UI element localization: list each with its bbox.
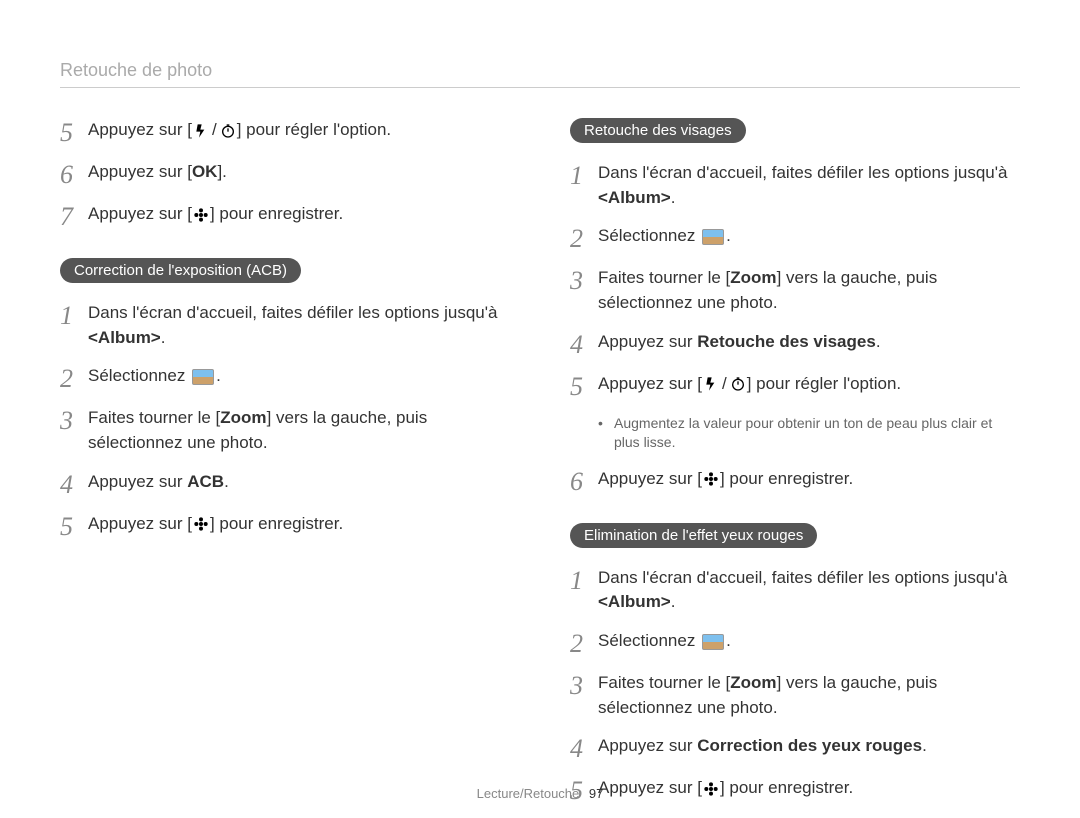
step-text: Appuyez sur [] pour enregistrer. — [598, 467, 1020, 492]
flower-icon — [193, 207, 209, 223]
right-column: Retouche des visages 1 Dans l'écran d'ac… — [570, 118, 1020, 818]
step-number: 5 — [60, 512, 88, 540]
step-text: Appuyez sur [] pour enregistrer. — [88, 512, 510, 537]
bullet-icon: • — [598, 414, 614, 453]
step-number: 2 — [570, 629, 598, 657]
album-label: <Album> — [598, 188, 671, 207]
step-text: Faites tourner le [Zoom] vers la gauche,… — [598, 671, 1020, 720]
page-title: Retouche de photo — [60, 60, 212, 80]
step-5: 5 Appuyez sur [/] pour régler l'option. — [570, 372, 1020, 400]
step-text: Faites tourner le [Zoom] vers la gauche,… — [598, 266, 1020, 315]
separator: / — [722, 374, 727, 393]
step-6: 6 Appuyez sur [] pour enregistrer. — [570, 467, 1020, 495]
left-column: 5 Appuyez sur [/] pour régler l'option. … — [60, 118, 510, 818]
section-pill-visages: Retouche des visages — [570, 118, 746, 143]
step-number: 2 — [570, 224, 598, 252]
step-number: 1 — [60, 301, 88, 329]
step-1: 1 Dans l'écran d'accueil, faites défiler… — [570, 566, 1020, 615]
step-text: Dans l'écran d'accueil, faites défiler l… — [598, 161, 1020, 210]
step-3: 3 Faites tourner le [Zoom] vers la gauch… — [570, 671, 1020, 720]
step-number: 1 — [570, 161, 598, 189]
step-text: Dans l'écran d'accueil, faites défiler l… — [598, 566, 1020, 615]
page-header: Retouche de photo — [60, 60, 1020, 88]
album-label: <Album> — [598, 592, 671, 611]
note-skin-tone: • Augmentez la valeur pour obtenir un to… — [598, 414, 1020, 453]
step-number: 4 — [60, 470, 88, 498]
step-4: 4 Appuyez sur Correction des yeux rouges… — [570, 734, 1020, 762]
step-text: Appuyez sur [] pour enregistrer. — [88, 202, 510, 227]
step-text: Dans l'écran d'accueil, faites défiler l… — [88, 301, 510, 350]
step-4: 4 Appuyez sur Retouche des visages. — [570, 330, 1020, 358]
footer-section: Lecture/Retouche — [477, 786, 580, 801]
step-number: 1 — [570, 566, 598, 594]
note-text: Augmentez la valeur pour obtenir un ton … — [614, 414, 1020, 453]
section-pill-acb: Correction de l'exposition (ACB) — [60, 258, 301, 283]
step-number: 5 — [60, 118, 88, 146]
step-number: 6 — [60, 160, 88, 188]
separator: / — [212, 120, 217, 139]
step-1: 1 Dans l'écran d'accueil, faites défiler… — [570, 161, 1020, 210]
step-2: 2 Sélectionnez . — [60, 364, 510, 392]
step-text: Appuyez sur [/] pour régler l'option. — [88, 118, 510, 143]
step-7: 7 Appuyez sur [] pour enregistrer. — [60, 202, 510, 230]
timer-icon — [220, 123, 236, 139]
step-2: 2 Sélectionnez . — [570, 224, 1020, 252]
step-text-visages: Appuyez sur Retouche des visages. — [598, 330, 1020, 355]
step-number: 7 — [60, 202, 88, 230]
step-text: Appuyez sur [OK]. — [88, 160, 510, 185]
step-number: 2 — [60, 364, 88, 392]
step-3: 3 Faites tourner le [Zoom] vers la gauch… — [570, 266, 1020, 315]
step-5: 5 Appuyez sur [/] pour régler l'option. — [60, 118, 510, 146]
step-5b: 5 Appuyez sur [] pour enregistrer. — [60, 512, 510, 540]
step-number: 3 — [60, 406, 88, 434]
step-6: 6 Appuyez sur [OK]. — [60, 160, 510, 188]
manual-page: Retouche de photo 5 Appuyez sur [/] pour… — [0, 0, 1080, 815]
step-text: Sélectionnez . — [598, 629, 1020, 654]
flower-icon — [193, 516, 209, 532]
step-number: 6 — [570, 467, 598, 495]
step-number: 3 — [570, 671, 598, 699]
thumbnail-icon — [702, 229, 724, 245]
section-pill-yeux: Elimination de l'effet yeux rouges — [570, 523, 817, 548]
flash-icon — [193, 123, 209, 139]
flash-icon — [703, 376, 719, 392]
step-text-yeux: Appuyez sur Correction des yeux rouges. — [598, 734, 1020, 759]
zoom-label: Zoom — [730, 268, 776, 287]
step-1: 1 Dans l'écran d'accueil, faites défiler… — [60, 301, 510, 350]
step-text: Faites tourner le [Zoom] vers la gauche,… — [88, 406, 510, 455]
zoom-label: Zoom — [220, 408, 266, 427]
step-number: 5 — [570, 372, 598, 400]
zoom-label: Zoom — [730, 673, 776, 692]
step-4: 4 Appuyez sur ACB. — [60, 470, 510, 498]
step-number: 4 — [570, 330, 598, 358]
thumbnail-icon — [702, 634, 724, 650]
content-columns: 5 Appuyez sur [/] pour régler l'option. … — [60, 118, 1020, 818]
footer-page-number: 97 — [589, 786, 603, 801]
step-text: Sélectionnez . — [598, 224, 1020, 249]
step-2: 2 Sélectionnez . — [570, 629, 1020, 657]
step-number: 3 — [570, 266, 598, 294]
step-text: Sélectionnez . — [88, 364, 510, 389]
flower-icon — [703, 471, 719, 487]
step-number: 4 — [570, 734, 598, 762]
step-text: Appuyez sur [/] pour régler l'option. — [598, 372, 1020, 397]
thumbnail-icon — [192, 369, 214, 385]
step-3: 3 Faites tourner le [Zoom] vers la gauch… — [60, 406, 510, 455]
album-label: <Album> — [88, 328, 161, 347]
ok-icon: OK — [192, 162, 218, 181]
timer-icon — [730, 376, 746, 392]
page-footer: Lecture/Retouche 97 — [0, 786, 1080, 801]
step-text: Appuyez sur ACB. — [88, 470, 510, 495]
